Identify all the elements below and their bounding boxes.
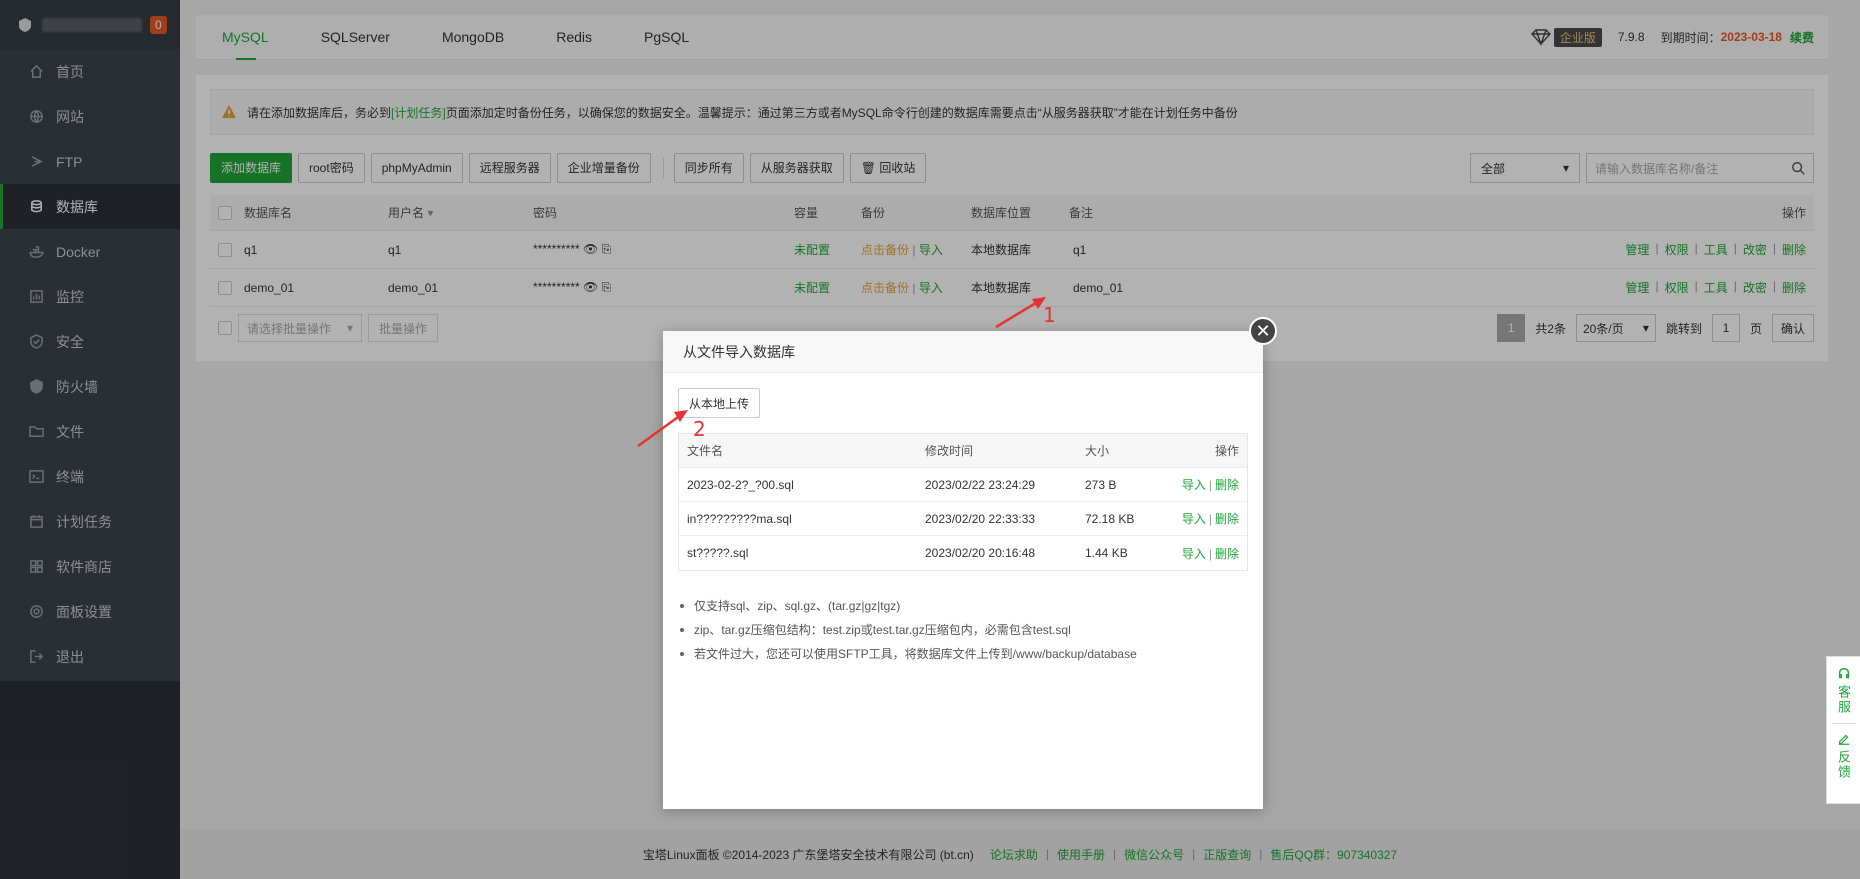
import-tips: 仅支持sql、zip、sql.gz、(tar.gz|gz|tgz) zip、ta… (678, 594, 1248, 666)
divider (1831, 723, 1856, 724)
dialog-title: 从文件导入数据库 (663, 331, 1263, 373)
divider: | (1208, 512, 1212, 526)
file-row: 2023-02-2?_?00.sql 2023/02/22 23:24:29 2… (679, 468, 1247, 502)
tip-item: 仅支持sql、zip、sql.gz、(tar.gz|gz|tgz) (678, 594, 1248, 618)
col-filename: 文件名 (687, 444, 724, 458)
annotation-number-1: 1 (1043, 303, 1056, 327)
file-ops: 导入 | 删除 (1182, 476, 1239, 493)
file-import-link[interactable]: 导入 (1182, 547, 1206, 561)
file-delete-link[interactable]: 删除 (1215, 512, 1239, 526)
file-row: st?????.sql 2023/02/20 20:16:48 1.44 KB … (679, 536, 1247, 570)
col-mtime: 修改时间 (925, 444, 974, 458)
file-mtime: 2023/02/20 22:33:33 (925, 511, 1036, 526)
file-name: st?????.sql (687, 546, 749, 560)
file-size: 72.18 KB (1085, 511, 1135, 526)
file-table: 文件名 修改时间 大小 操作 2023-02-2?_?00.sql 2023/0… (678, 433, 1248, 571)
file-size: 1.44 KB (1085, 546, 1128, 560)
headset-icon (1838, 668, 1849, 679)
file-row: in?????????ma.sql 2023/02/20 22:33:33 72… (679, 502, 1247, 536)
file-import-link[interactable]: 导入 (1182, 478, 1206, 492)
file-table-header: 文件名 修改时间 大小 操作 (679, 434, 1247, 468)
upload-local-button[interactable]: 从本地上传 (678, 388, 761, 418)
file-ops: 导入 | 删除 (1182, 545, 1239, 562)
close-icon[interactable]: ✕ (1249, 317, 1277, 345)
file-mtime: 2023/02/22 23:24:29 (925, 477, 1036, 492)
file-name: in?????????ma.sql (687, 511, 792, 526)
file-delete-link[interactable]: 删除 (1215, 547, 1239, 561)
file-ops: 导入 | 删除 (1182, 510, 1239, 527)
edit-icon (1838, 734, 1849, 745)
file-size: 273 B (1085, 477, 1117, 492)
feedback-link[interactable]: 反馈 (1834, 750, 1853, 780)
tip-item: 若文件过大，您还可以使用SFTP工具，将数据库文件上传到/www/backup/… (678, 642, 1248, 666)
side-float-widget: 客服 反馈 (1826, 656, 1860, 804)
file-name: 2023-02-2?_?00.sql (687, 477, 794, 492)
file-delete-link[interactable]: 删除 (1215, 478, 1239, 492)
col-size: 大小 (1085, 444, 1110, 458)
divider: | (1208, 478, 1212, 492)
tip-item: zip、tar.gz压缩包结构：test.zip或test.tar.gz压缩包内… (678, 618, 1248, 642)
annotation-number-2: 2 (693, 417, 706, 441)
file-mtime: 2023/02/20 20:16:48 (925, 546, 1036, 560)
divider: | (1208, 546, 1212, 561)
import-dialog: 从文件导入数据库 ✕ 从本地上传 文件名 修改时间 大小 操作 2023-02-… (663, 317, 1277, 809)
file-import-link[interactable]: 导入 (1182, 512, 1206, 526)
customer-service-link[interactable]: 客服 (1834, 685, 1853, 715)
col-ops: 操作 (1214, 444, 1239, 458)
